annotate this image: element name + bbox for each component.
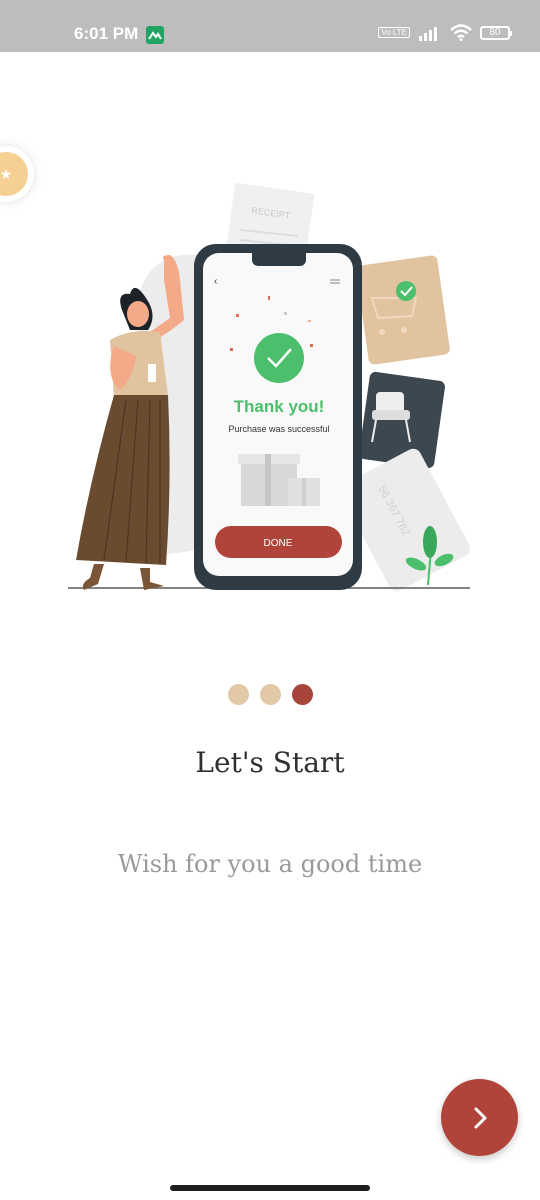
- signal-icon: [419, 26, 437, 41]
- purchase-message: Purchase was successful: [228, 424, 329, 434]
- phone-mockup: ‹ Thank you! Purchase was successful DON…: [194, 244, 362, 590]
- floating-bubble-button[interactable]: ★: [0, 146, 34, 202]
- page-dot-3-active[interactable]: [291, 684, 313, 705]
- volte-icon: Vo LTE: [378, 27, 410, 38]
- wifi-icon: [450, 24, 472, 41]
- onboarding-title: Let's Start: [195, 746, 345, 779]
- success-check-icon: [254, 333, 304, 383]
- thank-you-text: Thank you!: [234, 397, 325, 416]
- chevron-right-icon: [474, 1107, 486, 1128]
- status-time: 6:01 PM: [74, 24, 139, 43]
- onboarding-illustration: RECEIPT 56 367 782 ‹ Thank you! Purchase…: [68, 182, 471, 592]
- page-dot-1[interactable]: [227, 684, 249, 705]
- battery-icon: 80: [480, 25, 512, 40]
- page-indicator: [0, 684, 540, 705]
- onboarding-subtitle: Wish for you a good time: [117, 850, 423, 878]
- star-icon: ★: [0, 152, 28, 196]
- app-notification-icon: [146, 26, 164, 44]
- done-button-label: DONE: [264, 538, 293, 549]
- status-icons: Vo LTE 80: [378, 24, 512, 41]
- cart-card-graphic: [356, 255, 450, 365]
- battery-level: 80: [489, 26, 501, 38]
- next-button[interactable]: [441, 1079, 518, 1156]
- page-dot-2[interactable]: [259, 684, 281, 705]
- status-bar: 6:01 PM Vo LTE 80: [0, 0, 540, 52]
- svg-text:‹: ‹: [214, 276, 217, 287]
- home-indicator[interactable]: [170, 1185, 370, 1191]
